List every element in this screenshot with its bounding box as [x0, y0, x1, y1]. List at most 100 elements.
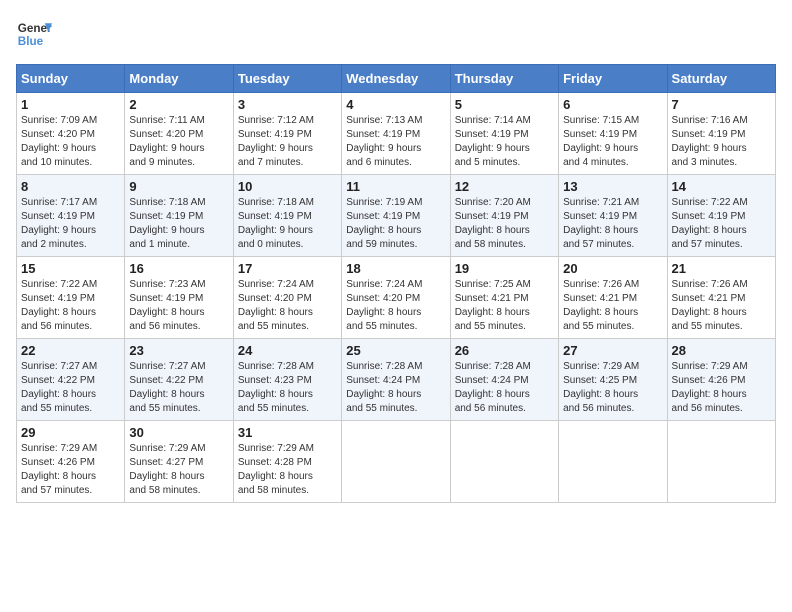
calendar-cell: 8 Sunrise: 7:17 AM Sunset: 4:19 PM Daylig… [17, 175, 125, 257]
cell-sun-info: Sunrise: 7:22 AM Sunset: 4:19 PM Dayligh… [21, 278, 120, 334]
calendar-cell: 4 Sunrise: 7:13 AM Sunset: 4:19 PM Daylig… [342, 93, 450, 175]
calendar-cell: 19 Sunrise: 7:25 AM Sunset: 4:21 PM Dayli… [450, 257, 558, 339]
cell-sun-info: Sunrise: 7:26 AM Sunset: 4:21 PM Dayligh… [563, 278, 662, 334]
calendar-cell: 22Sunrise: 7:27 AM Sunset: 4:22 PM Dayli… [17, 339, 125, 421]
calendar-cell [450, 421, 558, 503]
calendar-cell: 29 Sunrise: 7:29 AM Sunset: 4:26 PM Dayli… [17, 421, 125, 503]
page-header: General Blue [16, 16, 776, 52]
calendar-cell: 28Sunrise: 7:29 AM Sunset: 4:26 PM Dayli… [667, 339, 775, 421]
day-number: 30 [129, 425, 228, 440]
calendar-cell: 15 Sunrise: 7:22 AM Sunset: 4:19 PM Dayli… [17, 257, 125, 339]
cell-sun-info: Sunrise: 7:09 AM Sunset: 4:20 PM Dayligh… [21, 114, 120, 170]
day-number: 9 [129, 179, 228, 194]
day-number: 23 [129, 343, 228, 358]
cell-sun-info: Sunrise: 7:18 AM Sunset: 4:19 PM Dayligh… [129, 196, 228, 252]
column-header-tuesday: Tuesday [233, 65, 341, 93]
calendar-cell: 14Sunrise: 7:22 AM Sunset: 4:19 PM Dayli… [667, 175, 775, 257]
cell-sun-info: Sunrise: 7:13 AM Sunset: 4:19 PM Dayligh… [346, 114, 445, 170]
calendar-cell: 10Sunrise: 7:18 AM Sunset: 4:19 PM Dayli… [233, 175, 341, 257]
calendar-cell: 20 Sunrise: 7:26 AM Sunset: 4:21 PM Dayli… [559, 257, 667, 339]
day-number: 13 [563, 179, 662, 194]
column-header-sunday: Sunday [17, 65, 125, 93]
cell-sun-info: Sunrise: 7:23 AM Sunset: 4:19 PM Dayligh… [129, 278, 228, 334]
day-number: 15 [21, 261, 120, 276]
day-number: 3 [238, 97, 337, 112]
calendar-cell: 17 Sunrise: 7:24 AM Sunset: 4:20 PM Dayli… [233, 257, 341, 339]
day-number: 26 [455, 343, 554, 358]
calendar-cell: 24Sunrise: 7:28 AM Sunset: 4:23 PM Dayli… [233, 339, 341, 421]
logo: General Blue [16, 16, 52, 52]
day-number: 5 [455, 97, 554, 112]
day-number: 24 [238, 343, 337, 358]
cell-sun-info: Sunrise: 7:28 AM Sunset: 4:24 PM Dayligh… [346, 360, 445, 416]
column-header-wednesday: Wednesday [342, 65, 450, 93]
day-number: 16 [129, 261, 228, 276]
calendar-cell: 27 Sunrise: 7:29 AM Sunset: 4:25 PM Dayli… [559, 339, 667, 421]
cell-sun-info: Sunrise: 7:17 AM Sunset: 4:19 PM Dayligh… [21, 196, 120, 252]
calendar-week-row: 29 Sunrise: 7:29 AM Sunset: 4:26 PM Dayli… [17, 421, 776, 503]
day-number: 12 [455, 179, 554, 194]
calendar-cell: 13 Sunrise: 7:21 AM Sunset: 4:19 PM Dayli… [559, 175, 667, 257]
calendar-header-row: SundayMondayTuesdayWednesdayThursdayFrid… [17, 65, 776, 93]
day-number: 29 [21, 425, 120, 440]
cell-sun-info: Sunrise: 7:27 AM Sunset: 4:22 PM Dayligh… [21, 360, 120, 416]
cell-sun-info: Sunrise: 7:24 AM Sunset: 4:20 PM Dayligh… [238, 278, 337, 334]
cell-sun-info: Sunrise: 7:20 AM Sunset: 4:19 PM Dayligh… [455, 196, 554, 252]
calendar-cell [559, 421, 667, 503]
day-number: 8 [21, 179, 120, 194]
cell-sun-info: Sunrise: 7:12 AM Sunset: 4:19 PM Dayligh… [238, 114, 337, 170]
calendar-cell: 2 Sunrise: 7:11 AM Sunset: 4:20 PM Daylig… [125, 93, 233, 175]
cell-sun-info: Sunrise: 7:29 AM Sunset: 4:26 PM Dayligh… [672, 360, 771, 416]
day-number: 7 [672, 97, 771, 112]
calendar-cell: 3 Sunrise: 7:12 AM Sunset: 4:19 PM Daylig… [233, 93, 341, 175]
calendar-cell: 1Sunrise: 7:09 AM Sunset: 4:20 PM Daylig… [17, 93, 125, 175]
cell-sun-info: Sunrise: 7:24 AM Sunset: 4:20 PM Dayligh… [346, 278, 445, 334]
cell-sun-info: Sunrise: 7:15 AM Sunset: 4:19 PM Dayligh… [563, 114, 662, 170]
day-number: 17 [238, 261, 337, 276]
calendar-cell: 30Sunrise: 7:29 AM Sunset: 4:27 PM Dayli… [125, 421, 233, 503]
cell-sun-info: Sunrise: 7:25 AM Sunset: 4:21 PM Dayligh… [455, 278, 554, 334]
day-number: 27 [563, 343, 662, 358]
cell-sun-info: Sunrise: 7:16 AM Sunset: 4:19 PM Dayligh… [672, 114, 771, 170]
calendar-cell: 12 Sunrise: 7:20 AM Sunset: 4:19 PM Dayli… [450, 175, 558, 257]
calendar-cell: 25 Sunrise: 7:28 AM Sunset: 4:24 PM Dayli… [342, 339, 450, 421]
day-number: 19 [455, 261, 554, 276]
cell-sun-info: Sunrise: 7:19 AM Sunset: 4:19 PM Dayligh… [346, 196, 445, 252]
calendar-cell: 18Sunrise: 7:24 AM Sunset: 4:20 PM Dayli… [342, 257, 450, 339]
day-number: 21 [672, 261, 771, 276]
cell-sun-info: Sunrise: 7:29 AM Sunset: 4:25 PM Dayligh… [563, 360, 662, 416]
logo-icon: General Blue [16, 16, 52, 52]
calendar-cell: 7 Sunrise: 7:16 AM Sunset: 4:19 PM Daylig… [667, 93, 775, 175]
calendar-cell [342, 421, 450, 503]
day-number: 14 [672, 179, 771, 194]
cell-sun-info: Sunrise: 7:21 AM Sunset: 4:19 PM Dayligh… [563, 196, 662, 252]
calendar-cell: 26 Sunrise: 7:28 AM Sunset: 4:24 PM Dayli… [450, 339, 558, 421]
day-number: 10 [238, 179, 337, 194]
column-header-friday: Friday [559, 65, 667, 93]
column-header-monday: Monday [125, 65, 233, 93]
day-number: 11 [346, 179, 445, 194]
calendar-cell: 21 Sunrise: 7:26 AM Sunset: 4:21 PM Dayli… [667, 257, 775, 339]
cell-sun-info: Sunrise: 7:29 AM Sunset: 4:28 PM Dayligh… [238, 442, 337, 498]
calendar-week-row: 15 Sunrise: 7:22 AM Sunset: 4:19 PM Dayli… [17, 257, 776, 339]
cell-sun-info: Sunrise: 7:26 AM Sunset: 4:21 PM Dayligh… [672, 278, 771, 334]
day-number: 31 [238, 425, 337, 440]
calendar-cell: 9 Sunrise: 7:18 AM Sunset: 4:19 PM Daylig… [125, 175, 233, 257]
calendar-cell: 5Sunrise: 7:14 AM Sunset: 4:19 PM Daylig… [450, 93, 558, 175]
calendar-week-row: 8 Sunrise: 7:17 AM Sunset: 4:19 PM Daylig… [17, 175, 776, 257]
calendar-week-row: 22Sunrise: 7:27 AM Sunset: 4:22 PM Dayli… [17, 339, 776, 421]
calendar-cell: 23 Sunrise: 7:27 AM Sunset: 4:22 PM Dayli… [125, 339, 233, 421]
cell-sun-info: Sunrise: 7:11 AM Sunset: 4:20 PM Dayligh… [129, 114, 228, 170]
calendar-cell: 11 Sunrise: 7:19 AM Sunset: 4:19 PM Dayli… [342, 175, 450, 257]
day-number: 25 [346, 343, 445, 358]
day-number: 20 [563, 261, 662, 276]
cell-sun-info: Sunrise: 7:27 AM Sunset: 4:22 PM Dayligh… [129, 360, 228, 416]
day-number: 2 [129, 97, 228, 112]
svg-text:Blue: Blue [18, 35, 44, 48]
cell-sun-info: Sunrise: 7:28 AM Sunset: 4:24 PM Dayligh… [455, 360, 554, 416]
cell-sun-info: Sunrise: 7:29 AM Sunset: 4:26 PM Dayligh… [21, 442, 120, 498]
calendar-cell: 31 Sunrise: 7:29 AM Sunset: 4:28 PM Dayli… [233, 421, 341, 503]
day-number: 4 [346, 97, 445, 112]
calendar-cell: 6 Sunrise: 7:15 AM Sunset: 4:19 PM Daylig… [559, 93, 667, 175]
day-number: 6 [563, 97, 662, 112]
